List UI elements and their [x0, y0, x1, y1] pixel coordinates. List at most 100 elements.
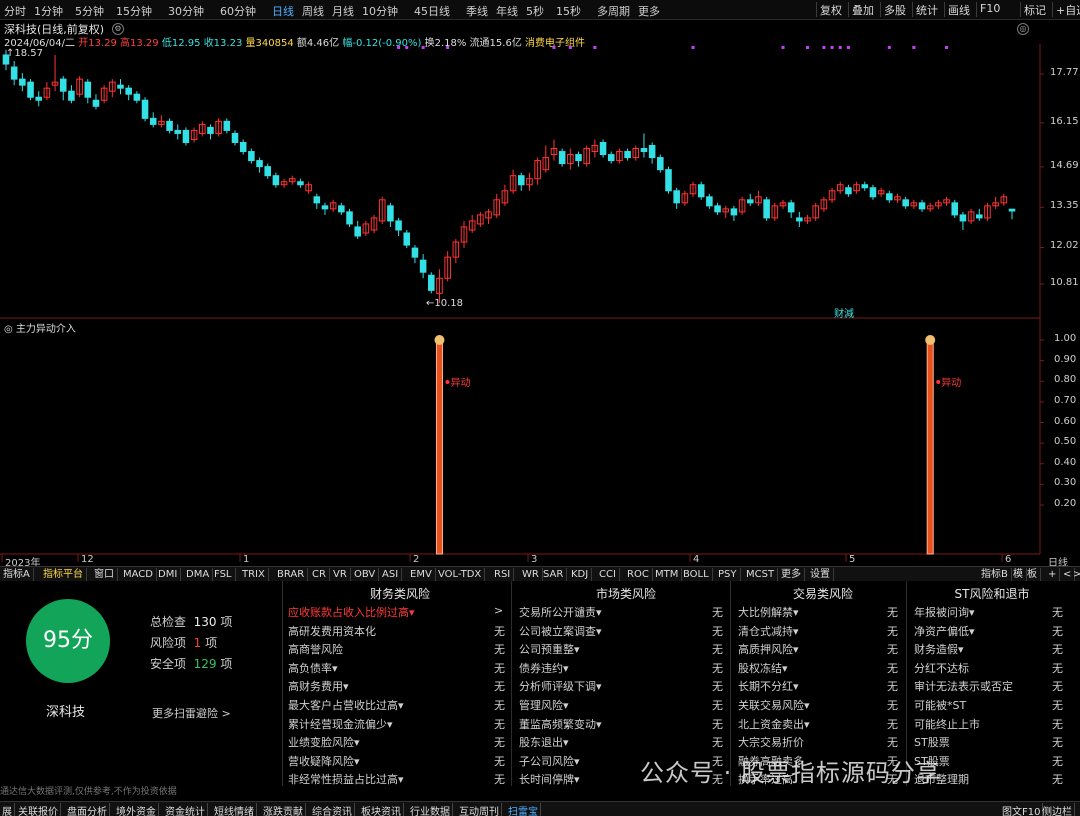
- risk-item[interactable]: 交易所公开谴责▾: [519, 604, 602, 620]
- indicator-tab[interactable]: 更多: [778, 568, 805, 581]
- risk-item[interactable]: 子公司风险▾: [519, 753, 580, 769]
- risk-item[interactable]: 长期不分红▾: [738, 678, 799, 694]
- status-tab[interactable]: 盘面分析: [65, 803, 110, 816]
- indicator-tab[interactable]: BRAR: [274, 568, 309, 581]
- risk-item[interactable]: 财务造假▾: [914, 641, 964, 657]
- risk-item[interactable]: 分析师评级下调▾: [519, 678, 602, 694]
- risk-item[interactable]: 高研发费用资本化: [288, 623, 376, 639]
- indicator-tab[interactable]: VR: [330, 568, 351, 581]
- status-tab[interactable]: 关联报价: [16, 803, 61, 816]
- risk-item[interactable]: 债券违约▾: [519, 660, 569, 676]
- risk-item[interactable]: 非经常性损益占比过高▾: [288, 771, 404, 787]
- template-tab[interactable]: 指标B: [978, 568, 1012, 581]
- status-tab[interactable]: 互动周刊: [457, 803, 502, 816]
- indicator-tab[interactable]: KDJ: [568, 568, 593, 581]
- toolbar-button[interactable]: 叠加: [852, 2, 874, 18]
- risk-item[interactable]: 大比例解禁▾: [738, 604, 799, 620]
- period-tab[interactable]: 30分钟: [168, 3, 204, 19]
- period-tab[interactable]: 更多: [638, 3, 660, 19]
- risk-item[interactable]: 最大客户占营收比过高▾: [288, 697, 404, 713]
- period-tab[interactable]: 月线: [332, 3, 354, 19]
- status-right-button[interactable]: 图文F10: [1000, 803, 1044, 816]
- risk-item[interactable]: 管理风险▾: [519, 697, 569, 713]
- indicator-tab[interactable]: 窗口: [91, 568, 118, 581]
- indicator-tab[interactable]: PSY: [715, 568, 741, 581]
- status-tab[interactable]: 扫雷宝: [506, 803, 541, 816]
- indicator-tab[interactable]: RSI: [491, 568, 515, 581]
- indicator-tab[interactable]: MTM: [652, 568, 683, 581]
- period-tab[interactable]: 60分钟: [220, 3, 256, 19]
- indicator-tab[interactable]: MACD: [120, 568, 157, 581]
- period-tab[interactable]: 10分钟: [362, 3, 398, 19]
- period-tab[interactable]: 周线: [302, 3, 324, 19]
- indicator-tab[interactable]: EMV: [407, 568, 436, 581]
- risk-item[interactable]: 营收疑降风险▾: [288, 753, 360, 769]
- risk-item[interactable]: 高负债率▾: [288, 660, 338, 676]
- indicator-tab[interactable]: 指标A: [0, 568, 34, 581]
- period-tab[interactable]: 季线: [466, 3, 488, 19]
- period-tab[interactable]: 多周期: [597, 3, 630, 19]
- toolbar-button[interactable]: 复权: [820, 2, 842, 18]
- template-tab[interactable]: >: [1070, 568, 1080, 581]
- period-tab[interactable]: 5秒: [526, 3, 544, 19]
- risk-item[interactable]: 长时间停牌▾: [519, 771, 580, 787]
- status-tab[interactable]: 境外资金: [114, 803, 159, 816]
- indicator-tab[interactable]: TRIX: [239, 568, 269, 581]
- risk-item[interactable]: 高质押风险▾: [738, 641, 799, 657]
- risk-item[interactable]: 高商誉风险: [288, 641, 343, 657]
- period-tab[interactable]: 分时: [4, 3, 26, 19]
- period-tab[interactable]: 15秒: [556, 3, 581, 19]
- risk-item[interactable]: 股权冻结▾: [738, 660, 788, 676]
- risk-item[interactable]: 审计无法表示或否定: [914, 678, 1013, 694]
- toolbar-button[interactable]: 统计: [916, 2, 938, 18]
- toolbar-button[interactable]: 多股: [884, 2, 906, 18]
- indicator-tab[interactable]: ROC: [624, 568, 653, 581]
- kline-chart[interactable]: 异动 异动: [0, 44, 1080, 566]
- indicator-tab[interactable]: MCST: [743, 568, 779, 581]
- toolbar-button[interactable]: 画线: [948, 2, 970, 18]
- status-tab[interactable]: 板块资讯: [359, 803, 404, 816]
- period-tab[interactable]: 45日线: [414, 3, 450, 19]
- zoom-icon[interactable]: ◎: [1017, 23, 1029, 35]
- status-tab[interactable]: 短线情绪: [212, 803, 257, 816]
- risk-item[interactable]: 清仓式减持▾: [738, 623, 799, 639]
- risk-item[interactable]: 年报被问询▾: [914, 604, 975, 620]
- risk-item[interactable]: 公司预重整▾: [519, 641, 580, 657]
- template-tab[interactable]: 板: [1024, 568, 1041, 581]
- indicator-tab[interactable]: FSL: [211, 568, 236, 581]
- status-tab[interactable]: 展: [0, 803, 15, 816]
- risk-item[interactable]: 净资产偏低▾: [914, 623, 975, 639]
- indicator-tab[interactable]: 指标平台: [40, 568, 87, 581]
- risk-item[interactable]: 可能终止上市: [914, 716, 980, 732]
- period-tab[interactable]: 15分钟: [116, 3, 152, 19]
- risk-item[interactable]: 北上资金卖出▾: [738, 716, 810, 732]
- toolbar-button[interactable]: +自选: [1056, 2, 1080, 18]
- more-scan-link[interactable]: 更多扫雷避险 >: [152, 705, 231, 721]
- period-tab[interactable]: 日线: [272, 3, 294, 19]
- risk-item[interactable]: 董监高频繁变动▾: [519, 716, 602, 732]
- status-tab[interactable]: 资金统计: [163, 803, 208, 816]
- indicator-tab[interactable]: BOLL: [680, 568, 713, 581]
- indicator-tab[interactable]: DMA: [183, 568, 214, 581]
- indicator-tab[interactable]: SAR: [540, 568, 568, 581]
- status-tab[interactable]: 涨跌贡献: [261, 803, 306, 816]
- risk-item[interactable]: 分红不达标: [914, 660, 969, 676]
- risk-item[interactable]: 业绩变脸风险▾: [288, 734, 360, 750]
- risk-item[interactable]: 关联交易风险▾: [738, 697, 810, 713]
- indicator-tab[interactable]: OBV: [351, 568, 380, 581]
- toolbar-button[interactable]: F10: [980, 2, 1000, 15]
- finance-marker[interactable]: 财減: [834, 305, 854, 320]
- status-tab[interactable]: 综合资讯: [310, 803, 355, 816]
- indicator-tab[interactable]: CCI: [596, 568, 620, 581]
- toolbar-button[interactable]: 标记: [1024, 2, 1046, 18]
- indicator-tab[interactable]: 设置: [807, 568, 834, 581]
- indicator-tab[interactable]: CR: [309, 568, 330, 581]
- indicator-tab[interactable]: DMI: [155, 568, 182, 581]
- status-tab[interactable]: 行业数据: [408, 803, 453, 816]
- risk-item[interactable]: 高财务费用▾: [288, 678, 349, 694]
- risk-item[interactable]: 应收账款占收入比例过高▾: [288, 604, 415, 620]
- status-right-button[interactable]: 侧边栏: [1040, 803, 1075, 816]
- period-tab[interactable]: 5分钟: [75, 3, 104, 19]
- risk-item[interactable]: ST股票: [914, 734, 950, 750]
- risk-item[interactable]: 股东退出▾: [519, 734, 569, 750]
